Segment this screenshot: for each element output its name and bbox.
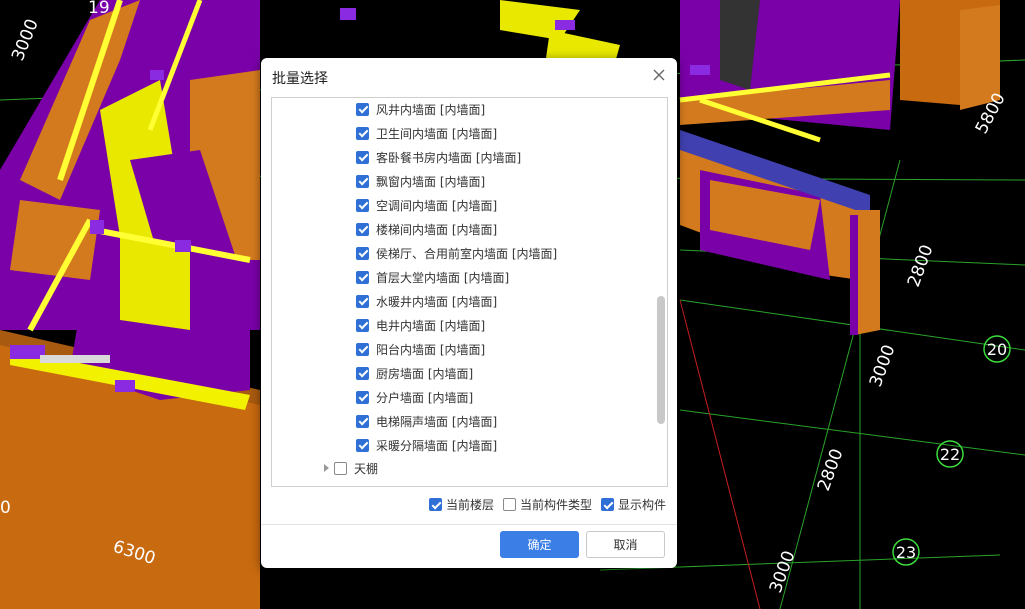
dimension-label-partial: 19 (88, 0, 110, 18)
tree-item-label: 空调间内墙面 [内墙面] (376, 198, 498, 213)
tree-item[interactable]: 侯梯厅、合用前室内墙面 [内墙面] (356, 241, 557, 265)
tree-item-label: 阳台内墙面 [内墙面] (376, 342, 486, 357)
option-show-components[interactable]: 显示构件 (601, 496, 666, 513)
filter-options: 当前楼层 当前构件类型 显示构件 (429, 496, 666, 513)
checkbox[interactable] (429, 498, 442, 511)
tree-item[interactable]: 厨房墙面 [内墙面] (356, 361, 473, 385)
option-current-type[interactable]: 当前构件类型 (503, 496, 592, 513)
tree-item-label: 电井内墙面 [内墙面] (376, 318, 486, 333)
checkbox[interactable] (334, 461, 347, 475)
tree-item[interactable]: 电梯隔声墙面 [内墙面] (356, 409, 497, 433)
checkbox[interactable] (356, 270, 369, 284)
tree-item[interactable]: 楼梯间内墙面 [内墙面] (356, 217, 497, 241)
dialog-title: 批量选择 (272, 71, 328, 87)
tree-node-label: 天棚 (354, 461, 379, 476)
tree-item[interactable]: 电井内墙面 [内墙面] (356, 313, 485, 337)
checkbox[interactable] (601, 498, 615, 511)
expand-arrow-icon[interactable] (324, 464, 329, 472)
tree-item-label: 厨房墙面 [内墙面] (376, 366, 474, 381)
checkbox[interactable] (356, 246, 369, 260)
axis-marker-22: 22 (936, 440, 964, 468)
tree-item[interactable]: 分户墙面 [内墙面] (356, 385, 473, 409)
tree-item-label: 客卧餐书房内墙面 [内墙面] (376, 150, 522, 165)
component-tree[interactable]: 风井内墙面 [内墙面] 卫生间内墙面 [内墙面] 客卧餐书房内墙面 [内墙面] 飘窗内… (271, 97, 668, 487)
option-label: 显示构件 (618, 498, 667, 512)
tree-item-label: 卫生间内墙面 [内墙面] (376, 126, 498, 141)
axis-marker-20: 20 (983, 335, 1011, 363)
ok-button[interactable]: 确定 (500, 531, 579, 558)
tree-item[interactable]: 客卧餐书房内墙面 [内墙面] (356, 145, 521, 169)
divider (261, 524, 677, 525)
checkbox[interactable] (356, 438, 369, 452)
tree-item-label: 楼梯间内墙面 [内墙面] (376, 222, 498, 237)
tree-item-label: 风井内墙面 [内墙面] (376, 102, 486, 117)
checkbox[interactable] (356, 342, 369, 356)
tree-item[interactable]: 首层大堂内墙面 [内墙面] (356, 265, 509, 289)
tree-item[interactable]: 卫生间内墙面 [内墙面] (356, 121, 497, 145)
tree-item[interactable]: 风井内墙面 [内墙面] (356, 98, 486, 121)
checkbox[interactable] (356, 366, 369, 380)
batch-select-dialog: 批量选择 风井内墙面 [内墙面] 卫生间内墙面 [内墙面] 客卧餐书房内墙面 [内墙… (261, 58, 677, 568)
close-icon[interactable] (651, 67, 667, 83)
svg-text:20: 20 (987, 340, 1007, 359)
tree-item-label: 侯梯厅、合用前室内墙面 [内墙面] (376, 246, 558, 261)
option-current-floor[interactable]: 当前楼层 (429, 496, 494, 513)
axis-marker-23: 23 (892, 538, 920, 566)
checkbox[interactable] (503, 498, 517, 511)
checkbox[interactable] (356, 390, 369, 404)
checkbox[interactable] (356, 126, 369, 140)
svg-text:22: 22 (940, 445, 960, 464)
tree-item[interactable]: 飘窗内墙面 [内墙面] (356, 169, 485, 193)
tree-item[interactable]: 水暖井内墙面 [内墙面] (356, 289, 497, 313)
checkbox[interactable] (356, 174, 369, 188)
tree-item[interactable]: 采暖分隔墙面 [内墙面] (356, 433, 497, 457)
svg-text:23: 23 (896, 543, 916, 562)
tree-item[interactable]: 阳台内墙面 [内墙面] (356, 337, 485, 361)
tree-item[interactable]: 空调间内墙面 [内墙面] (356, 193, 497, 217)
option-label: 当前楼层 (446, 498, 495, 512)
checkbox[interactable] (356, 198, 369, 212)
tree-item-label: 分户墙面 [内墙面] (376, 390, 474, 405)
checkbox[interactable] (356, 222, 369, 236)
dimension-label-edge: 0 (0, 498, 11, 518)
tree-item-label: 飘窗内墙面 [内墙面] (376, 174, 486, 189)
checkbox[interactable] (356, 150, 369, 164)
tree-node-ceiling[interactable]: 天棚 (324, 456, 378, 480)
checkbox[interactable] (356, 102, 369, 116)
checkbox[interactable] (356, 318, 369, 332)
tree-item-label: 首层大堂内墙面 [内墙面] (376, 270, 510, 285)
checkbox[interactable] (356, 414, 369, 428)
tree-item-label: 水暖井内墙面 [内墙面] (376, 294, 498, 309)
cancel-button[interactable]: 取消 (586, 531, 665, 558)
scrollbar-thumb[interactable] (657, 296, 665, 424)
checkbox[interactable] (356, 294, 369, 308)
tree-item-label: 采暖分隔墙面 [内墙面] (376, 438, 498, 453)
tree-item-label: 电梯隔声墙面 [内墙面] (376, 414, 498, 429)
option-label: 当前构件类型 (520, 498, 593, 512)
